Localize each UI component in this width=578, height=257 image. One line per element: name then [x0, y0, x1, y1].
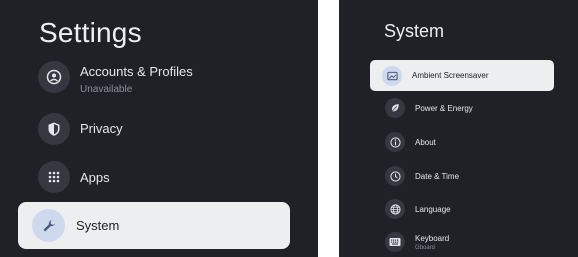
panel-title: System: [384, 21, 445, 41]
system-panel: System Ambient Screensaver Power & Energ…: [339, 0, 578, 257]
menu-item-label: Power & Energy: [415, 104, 473, 113]
menu-item-label: Accounts & Profiles: [80, 64, 193, 79]
menu-item-language[interactable]: Language: [373, 195, 553, 223]
settings-panel: Settings Accounts & Profiles Unavailable…: [0, 0, 318, 257]
menu-item-accounts-profiles[interactable]: Accounts & Profiles Unavailable: [24, 58, 286, 96]
shield-icon: [38, 113, 70, 145]
menu-item-about[interactable]: About: [373, 128, 553, 156]
menu-item-label: Privacy: [80, 121, 123, 136]
menu-item-privacy[interactable]: Privacy: [24, 110, 286, 148]
account-icon: [38, 61, 70, 93]
globe-icon: [385, 199, 405, 219]
menu-item-date-time[interactable]: Date & Time: [373, 162, 553, 190]
menu-item-label: Ambient Screensaver: [412, 71, 489, 80]
clock-icon: [385, 166, 405, 186]
screensaver-icon: [382, 66, 402, 86]
menu-item-power-energy[interactable]: Power & Energy: [373, 94, 553, 122]
menu-item-apps[interactable]: Apps: [24, 158, 286, 196]
apps-grid-icon: [38, 161, 70, 193]
keyboard-icon: [385, 232, 405, 252]
menu-item-label: About: [415, 138, 436, 147]
menu-item-system[interactable]: System: [18, 202, 290, 249]
menu-item-ambient-screensaver[interactable]: Ambient Screensaver: [370, 60, 554, 91]
menu-item-label: Language: [415, 205, 451, 214]
menu-item-label: System: [76, 218, 120, 233]
menu-item-keyboard[interactable]: Keyboard Gboard: [373, 228, 553, 256]
menu-item-sublabel: Unavailable: [80, 84, 133, 95]
menu-item-sublabel: Gboard: [415, 245, 436, 251]
menu-item-label: Date & Time: [415, 172, 460, 181]
menu-item-label: Apps: [80, 170, 110, 185]
wrench-icon: [32, 209, 65, 242]
menu-item-label: Keyboard: [415, 234, 450, 243]
page-title: Settings: [39, 17, 142, 48]
info-icon: [385, 132, 405, 152]
leaf-icon: [385, 98, 405, 118]
